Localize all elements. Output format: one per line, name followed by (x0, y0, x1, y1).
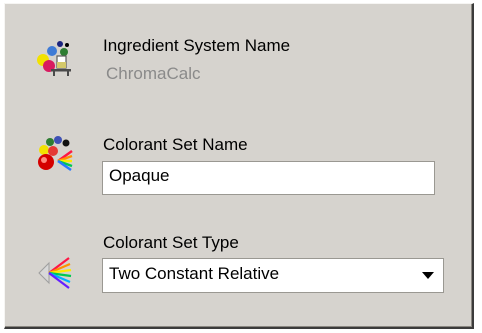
colorant-set-type-label: Colorant Set Type (103, 233, 239, 252)
properties-panel: Ingredient System Name ChromaCalc Colora… (4, 3, 474, 329)
colorant-set-icon (38, 136, 73, 172)
ingredient-system-name-value: ChromaCalc (106, 64, 201, 83)
colorant-set-type-dropdown[interactable]: Two Constant Relative (102, 258, 444, 293)
chevron-down-icon[interactable] (422, 272, 434, 279)
ingredient-system-name-label: Ingredient System Name (103, 36, 291, 55)
colorant-set-type-selected: Two Constant Relative (109, 264, 280, 283)
colorant-type-icon (38, 257, 72, 289)
ingredient-system-icon (37, 41, 71, 76)
colorant-set-name-field[interactable]: Opaque (102, 161, 435, 195)
colorant-set-name-label: Colorant Set Name (103, 135, 248, 154)
